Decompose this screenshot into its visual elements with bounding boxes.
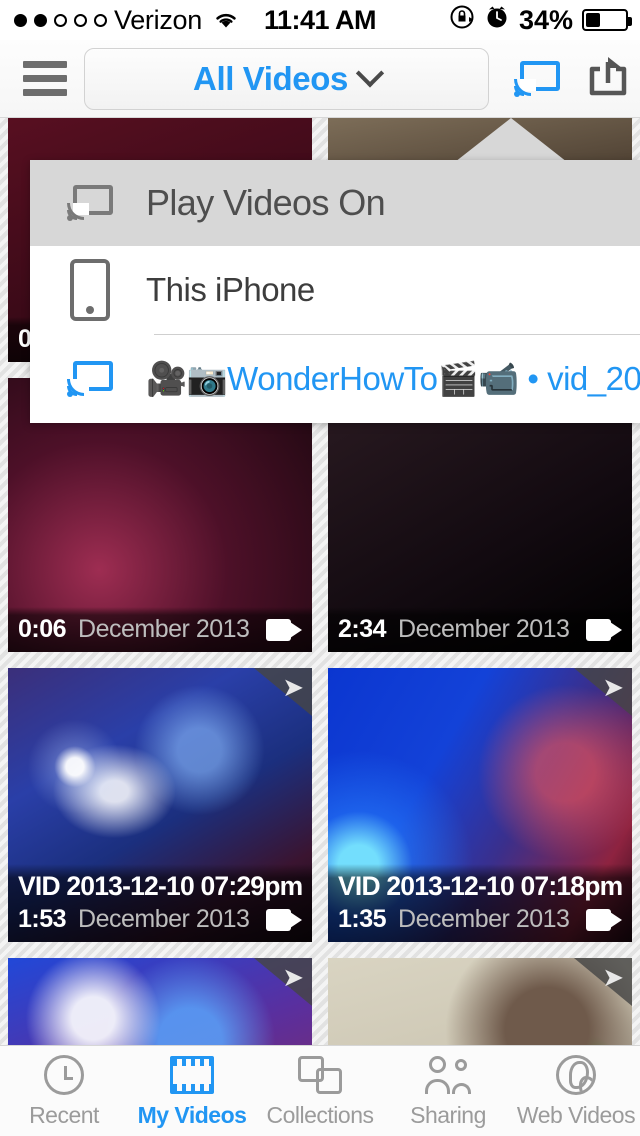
battery-percent-label: 34% [518,4,573,35]
status-bar-right: 34% [449,4,632,37]
video-camera-icon [266,908,302,931]
all-videos-filter-button[interactable]: All Videos [84,47,489,110]
video-date: December 2013 [78,615,250,643]
video-date: December 2013 [398,615,570,643]
video-info-overlay: VID 2013-12-10 07:18pm 1:35 December 2013 [328,863,632,942]
video-duration: 1:53 [18,905,67,933]
video-cell: ➤ VID 2013-12-10 07:29pm 1:53 December 2013 [0,660,320,950]
popover-option-label: This iPhone [146,271,315,308]
video-camera-icon [266,618,302,641]
share-button[interactable] [586,55,630,102]
video-meta: 1:53 December 2013 [18,905,302,934]
popover-option-this-iphone[interactable]: This iPhone [30,246,640,334]
video-cell: ➤VID 2013-12-10 07:13pm [0,950,320,1045]
tab-my-videos[interactable]: My Videos [128,1046,256,1136]
video-info-overlay: 2:34 December 2013 [328,607,632,652]
nav-bar: All Videos [0,40,640,118]
tab-label: Sharing [410,1102,486,1128]
video-meta: 1:35 December 2013 [338,905,622,934]
tab-label: Collections [266,1102,375,1128]
video-cell: ➤VID 2013-11-28 11:26pm [320,950,640,1045]
share-corner-icon[interactable]: ➤ [254,958,312,1006]
video-thumbnail[interactable]: ➤VID 2013-12-10 07:13pm [8,958,312,1045]
share-corner-icon[interactable]: ➤ [574,958,632,1006]
film-strip-icon [170,1053,214,1097]
rotation-lock-icon [449,4,475,37]
video-thumbnail[interactable]: ➤ VID 2013-12-10 07:29pm 1:53 December 2013 [8,668,312,942]
battery-icon [582,9,632,31]
people-icon [425,1053,471,1097]
cast-device-popover: Play Videos On This iPhone 🎥📷WonderHowTo… [30,160,640,423]
collections-icon [298,1053,342,1097]
video-title: VID 2013-12-10 07:29pm [18,870,302,901]
popover-option-label: 🎥📷WonderHowTo🎬📹 • vid_2014... [146,359,640,397]
cast-icon [514,60,560,97]
video-title: VID 2013-12-10 07:18pm [338,870,622,901]
tab-sharing[interactable]: Sharing [384,1046,512,1136]
video-info-overlay: 0:06 December 2013 [8,607,312,652]
video-duration: 2:34 [338,615,387,643]
page-title: All Videos [193,59,348,97]
clock-icon [44,1053,84,1097]
cast-icon [64,185,116,221]
video-thumbnail[interactable]: ➤ VID 2013-12-10 07:18pm 1:35 December 2013 [328,668,632,942]
share-corner-icon[interactable]: ➤ [574,668,632,716]
tab-collections[interactable]: Collections [256,1046,384,1136]
nav-bar-actions [514,55,630,102]
popover-title: Play Videos On [146,182,386,223]
video-cell: ➤ VID 2013-12-10 07:18pm 1:35 December 2013 [320,660,640,950]
cast-icon [64,361,116,397]
alarm-clock-icon [484,4,510,37]
status-bar: Verizon 11:41 AM 34% [0,0,640,40]
video-meta: 0:06 December 2013 [18,615,302,644]
video-camera-icon [586,618,622,641]
popover-arrow [455,118,567,162]
tab-web-videos[interactable]: Web Videos [512,1046,640,1136]
share-icon [586,55,630,102]
tab-label: Recent [29,1102,99,1128]
tab-label: My Videos [137,1102,247,1128]
globe-icon [556,1053,596,1097]
chevron-down-icon [355,58,385,87]
popover-option-cast-device[interactable]: 🎥📷WonderHowTo🎬📹 • vid_2014... [30,335,640,423]
hamburger-menu-icon[interactable] [14,61,76,96]
video-duration: 0:06 [18,615,67,643]
tab-bar: Recent My Videos Collections Sharing Web Vid… [0,1045,640,1136]
video-grid-row: ➤VID 2013-12-10 07:13pm➤VID 2013-11-28 1… [0,950,640,1045]
video-date: December 2013 [398,905,570,933]
tab-recent[interactable]: Recent [0,1046,128,1136]
video-duration: 1:35 [338,905,387,933]
video-thumbnail[interactable]: ➤VID 2013-11-28 11:26pm [328,958,632,1045]
video-date: December 2013 [78,905,250,933]
popover-header: Play Videos On [30,160,640,246]
cast-button[interactable] [514,60,560,97]
video-camera-icon [586,908,622,931]
video-meta: 2:34 December 2013 [338,615,622,644]
video-info-overlay: VID 2013-12-10 07:29pm 1:53 December 2013 [8,863,312,942]
tab-label: Web Videos [516,1102,636,1128]
share-corner-icon[interactable]: ➤ [254,668,312,716]
video-grid-row: ➤ VID 2013-12-10 07:29pm 1:53 December 2013… [0,660,640,950]
iphone-icon [64,259,116,321]
app-root: Verizon 11:41 AM 34% All Videos 0:06 Dec… [0,0,640,1136]
